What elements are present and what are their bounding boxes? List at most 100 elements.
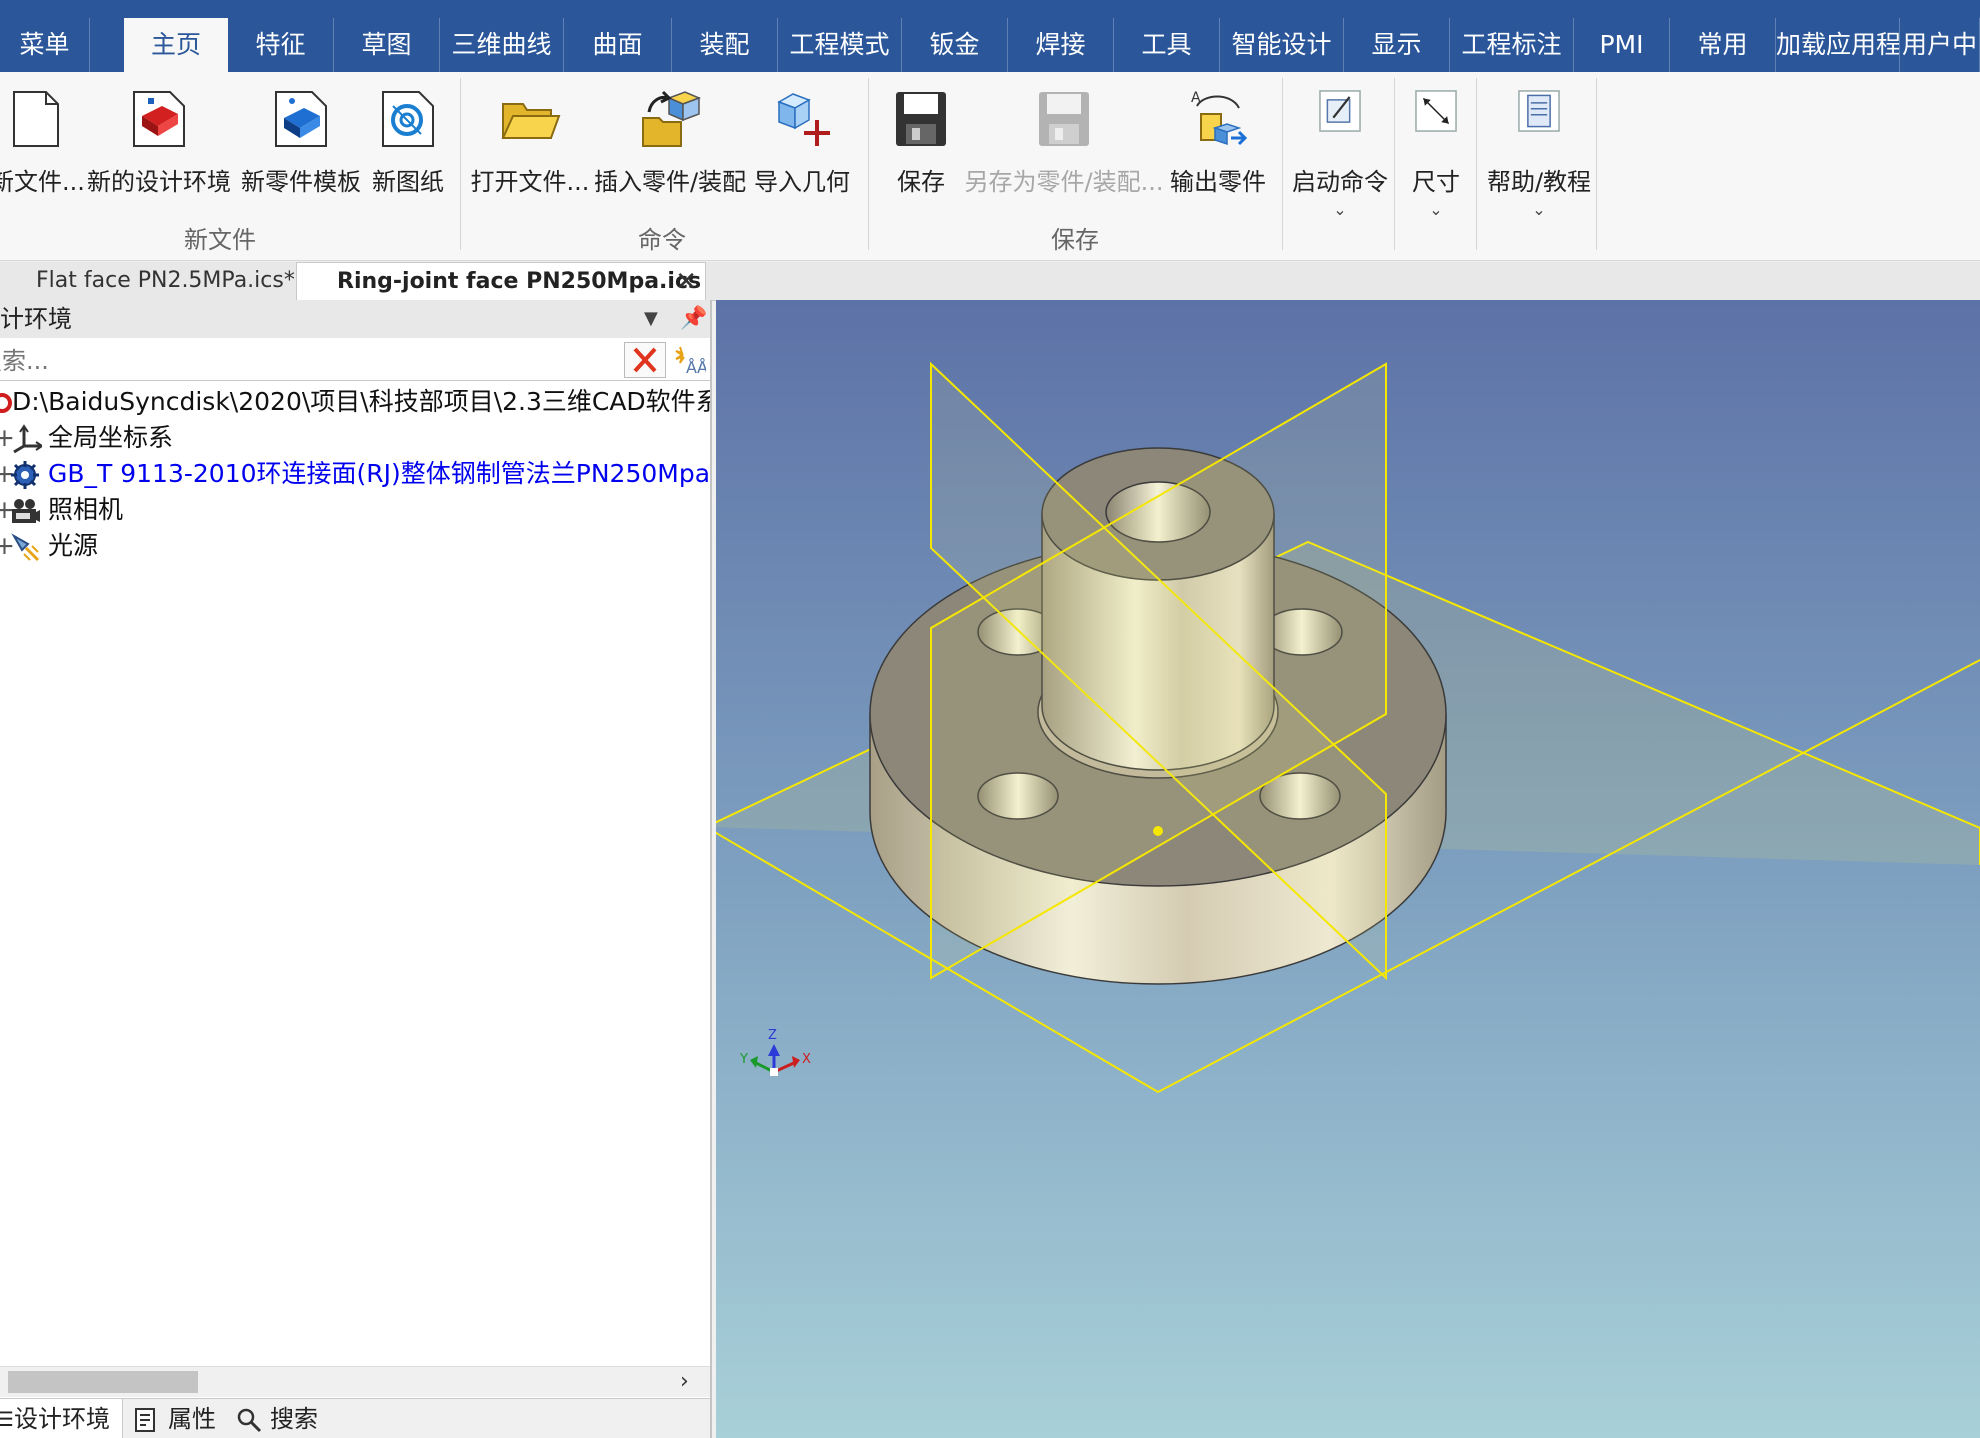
tab-surface[interactable]: 曲面 — [564, 18, 672, 72]
insert-part-button[interactable]: 插入零件/装配 — [594, 82, 746, 212]
ribbon-separator — [1394, 78, 1395, 250]
new-part-template-label: 新零件模板 — [241, 168, 361, 196]
command-icon — [1319, 90, 1361, 132]
scrollbar-thumb[interactable] — [8, 1371, 198, 1393]
tab-load-apps[interactable]: 加载应用程 — [1776, 18, 1900, 72]
export-part-button[interactable]: A 输出零件 — [1166, 82, 1270, 212]
dimension-label: 尺寸 — [1412, 168, 1460, 196]
tab-engineering-mode[interactable]: 工程模式 — [778, 18, 902, 72]
tab-search[interactable]: 搜索 — [236, 1399, 346, 1438]
axis-label-z: Z — [768, 1028, 777, 1043]
search-input[interactable] — [0, 344, 620, 378]
new-file-icon — [13, 91, 59, 147]
tree-item[interactable]: + 照相机 — [0, 492, 710, 528]
new-part-template-button[interactable]: 新零件模板 — [236, 82, 366, 212]
dimension-icon — [1415, 90, 1457, 132]
tab-features[interactable]: 特征 — [228, 18, 334, 72]
doc-tab-label: Ring-joint face PN250Mpa.ics — [337, 269, 702, 294]
svg-text:ÅÅ: ÅÅ — [686, 358, 706, 377]
camera-icon — [12, 499, 40, 523]
chevron-down-icon[interactable]: ▼ — [644, 300, 658, 338]
tab-engineering-annotation[interactable]: 工程标注 — [1450, 18, 1574, 72]
tree-item-label: 光源 — [48, 531, 99, 560]
tab-assembly[interactable]: 装配 — [672, 18, 778, 72]
new-drawing-icon — [382, 91, 434, 147]
light-icon — [11, 533, 40, 562]
new-design-env-button[interactable]: 新的设计环境 — [84, 82, 234, 212]
save-as-part-label: 另存为零件/装配... — [964, 168, 1164, 196]
tab-design-environment[interactable]: ☰ 设计环境 — [0, 1399, 123, 1438]
help-tutorial-label: 帮助/教程 — [1486, 168, 1592, 196]
ribbon-separator — [868, 78, 869, 250]
tab-label: 搜索 — [270, 1405, 318, 1433]
tab-display[interactable]: 显示 — [1344, 18, 1450, 72]
import-geometry-label: 导入几何 — [754, 168, 850, 196]
tree-filter-icon[interactable]: ÅÅ — [672, 343, 706, 377]
new-file-button[interactable]: 新文件... — [0, 82, 85, 212]
floppy-disk-icon — [896, 92, 946, 146]
save-as-part-button[interactable]: 另存为零件/装配... — [964, 82, 1164, 212]
scroll-right-icon[interactable]: › — [680, 1367, 689, 1397]
dimension-button[interactable]: 尺寸 ⌄ — [1396, 82, 1476, 219]
floppy-disk-icon — [1039, 92, 1089, 146]
tab-3d-curve[interactable]: 三维曲线 — [440, 18, 564, 72]
group-label-new: 新文件 — [184, 226, 256, 254]
tab-pmi[interactable]: PMI — [1574, 18, 1670, 72]
tab-home[interactable]: 主页 — [124, 18, 228, 72]
ribbon: 新文件... 新的设计环境 新零件模板 新图纸 新文件 打开文件... 插入零件… — [0, 72, 1980, 261]
doc-tab-flat-face[interactable]: Flat face PN2.5MPa.ics* — [0, 262, 295, 300]
document-tabs: Flat face PN2.5MPa.ics* Ring-joint face … — [0, 262, 1980, 301]
close-icon[interactable]: ✕ — [675, 263, 697, 301]
tree-item[interactable]: + 光源 — [0, 528, 710, 564]
clear-search-button[interactable] — [624, 342, 666, 378]
tree-item[interactable]: + GB_T 9113-2010环连接面(RJ)整体钢制管法兰PN250Mpa — [0, 456, 710, 492]
new-drawing-label: 新图纸 — [372, 168, 444, 196]
axis-triad — [750, 1044, 800, 1076]
tree-item[interactable]: + 全局坐标系 — [0, 420, 710, 456]
search-icon — [237, 1408, 262, 1433]
chevron-down-icon: ⌄ — [1532, 200, 1546, 219]
tab-common[interactable]: 常用 — [1670, 18, 1776, 72]
group-label-save: 保存 — [1051, 226, 1099, 254]
gear-icon — [11, 461, 39, 489]
tab-sketch[interactable]: 草图 — [334, 18, 440, 72]
tab-smart-design[interactable]: 智能设计 — [1220, 18, 1344, 72]
tab-user-center[interactable]: 用户中 — [1900, 18, 1980, 72]
export-part-label: 输出零件 — [1170, 168, 1266, 196]
save-button[interactable]: 保存 — [880, 82, 962, 212]
import-geometry-icon — [777, 93, 830, 146]
3d-viewport[interactable]: Z Y X — [716, 300, 1980, 1438]
tab-tools[interactable]: 工具 — [1114, 18, 1220, 72]
tab-sheet-metal[interactable]: 钣金 — [902, 18, 1008, 72]
axis-label-x: X — [802, 1052, 811, 1067]
insert-part-label: 插入零件/装配 — [594, 168, 747, 196]
close-icon — [633, 347, 657, 373]
tree-item-label: 照相机 — [48, 495, 124, 524]
pin-icon[interactable]: 📌 — [680, 300, 707, 338]
start-command-button[interactable]: 启动命令 ⌄ — [1288, 82, 1392, 219]
help-book-icon — [1518, 90, 1560, 132]
root-path-label: D:\BaiduSyncdisk\2020\项目\科技部项目\2.3三维CAD软… — [12, 387, 712, 416]
folder-icon — [501, 103, 561, 139]
start-command-label: 启动命令 — [1292, 168, 1388, 196]
open-file-button[interactable]: 打开文件... — [470, 82, 590, 212]
tree-icon: ☰ — [0, 1399, 14, 1438]
tab-label: 设计环境 — [14, 1405, 110, 1433]
properties-icon — [135, 1408, 155, 1432]
tab-properties[interactable]: 属性 — [134, 1399, 234, 1438]
save-label: 保存 — [897, 168, 945, 196]
new-drawing-button[interactable]: 新图纸 — [368, 82, 448, 212]
help-tutorial-button[interactable]: 帮助/教程 ⌄ — [1484, 82, 1594, 219]
panel-header: 设计环境 ▼ 📌 — [0, 300, 710, 338]
chevron-down-icon: ⌄ — [1333, 200, 1347, 219]
panel-bottom-tabs: ☰ 设计环境 属性 搜索 — [0, 1398, 710, 1438]
doc-tab-ring-joint-face[interactable]: Ring-joint face PN250Mpa.ics ✕ — [296, 262, 706, 300]
tab-menu[interactable]: 菜单 — [0, 18, 90, 72]
red-gear-icon — [0, 393, 12, 413]
horizontal-scrollbar[interactable]: › — [0, 1366, 710, 1397]
ribbon-separator — [460, 78, 461, 250]
menu-bar: 菜单 主页 特征 草图 三维曲线 曲面 装配 工程模式 钣金 焊接 工具 智能设… — [0, 0, 1980, 72]
open-file-label: 打开文件... — [470, 168, 590, 196]
import-geometry-button[interactable]: 导入几何 — [750, 82, 854, 212]
tab-welding[interactable]: 焊接 — [1008, 18, 1114, 72]
